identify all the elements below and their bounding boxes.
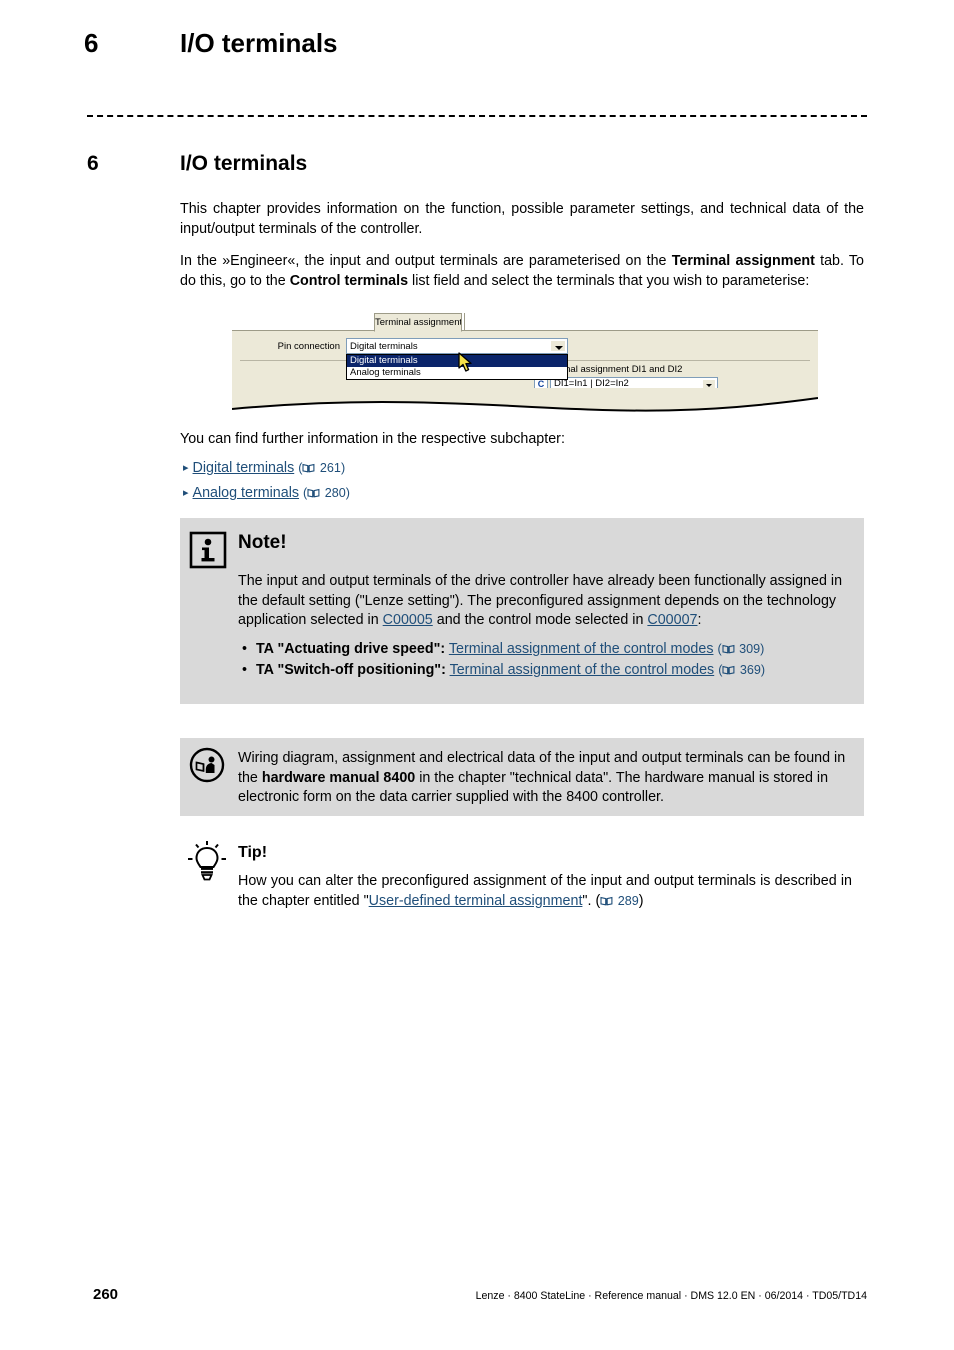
intro-p2-bold-control-terminals: Control terminals [289,272,409,289]
list-item: ▸ Analog terminals ( 280) [183,481,863,506]
lightbulb-icon [188,841,226,881]
link-terminal-assignment-control-modes-309[interactable]: Terminal assignment of the control modes [449,641,714,657]
bullet-1-bold: TA "Actuating drive speed": [256,640,446,657]
link-digital-terminals[interactable]: Digital terminals [193,460,295,476]
hw-bold-manual-name: hardware manual 8400 [261,769,416,786]
page-reference: ( 280) [303,486,350,500]
book-icon [600,896,613,906]
page-title: I/O terminals [180,152,308,175]
intro-p2-bold-terminal-assignment: Terminal assignment [671,253,815,269]
header-chapter-number: 6 [84,28,99,58]
pin-connection-dropdown-list[interactable]: Digital terminals Analog terminals [346,354,568,380]
dropdown-option-digital-terminals[interactable]: Digital terminals [347,355,567,367]
note-bullet-list: TA "Actuating drive speed": Terminal ass… [238,639,850,681]
dialog-canvas: Terminal assignment Pin connection Digit… [232,308,818,416]
link-user-defined-terminal-assignment[interactable]: User-defined terminal assignment [369,893,583,909]
link-terminal-assignment-control-modes-369[interactable]: Terminal assignment of the control modes [450,662,715,678]
footer-imprint: Lenze · 8400 StateLine · Reference manua… [475,1290,867,1302]
intro-paragraph-2: In the »Engineer«, the input and output … [180,252,864,291]
page-footer: 260 Lenze · 8400 StateLine · Reference m… [0,1278,954,1350]
tip-part2: ". ( [582,892,601,909]
intro-p2-part3: list field and select the terminals that… [408,272,810,289]
page-reference: ( 369) [718,662,766,677]
header-divider [87,115,867,117]
page-number: 309 [739,641,761,656]
book-icon [722,644,735,654]
read-manual-icon [189,747,225,783]
hardware-manual-callout-box: Wiring diagram, assignment and electrica… [180,738,864,816]
dropdown-option-analog-terminals[interactable]: Analog terminals [347,367,567,379]
pin-connection-combobox[interactable]: Digital terminals [346,338,568,354]
page-number: 261 [319,461,341,475]
pin-connection-label: Pin connection [277,341,340,352]
page-reference: ( 261) [298,461,346,475]
chevron-down-icon[interactable] [550,340,566,352]
book-icon [302,463,315,473]
intro-text-block: This chapter provides information on the… [180,200,864,291]
page-number: 289 [617,893,639,908]
intro-p2-part1: In the »Engineer«, the input and output … [180,253,672,269]
triangle-bullet-icon: ▸ [183,462,189,474]
tip-title: Tip! [238,844,268,861]
link-c00007[interactable]: C00007 [647,612,697,628]
triangle-bullet-icon: ▸ [183,487,189,499]
tab-terminal-assignment[interactable]: Terminal assignment [374,313,462,332]
chapter-number: 6 [87,152,99,175]
footer-page-number: 260 [93,1286,119,1303]
tip-part3: ) [638,892,644,909]
hardware-manual-body: Wiring diagram, assignment and electrica… [238,749,854,808]
list-item: ▸ Digital terminals ( 261) [183,456,863,481]
tab-strip-edge [464,313,465,331]
hardware-manual-text: Wiring diagram, assignment and electrica… [238,749,854,808]
note-callout-box: Note! The input and output terminals of … [180,518,864,704]
list-item: TA "Switch-off positioning": Terminal as… [238,660,850,681]
page-reference: 289 [600,894,639,908]
book-icon [722,665,735,675]
link-analog-terminals[interactable]: Analog terminals [193,485,300,501]
header-chapter-title: I/O terminals [180,28,338,58]
intro-paragraph-1: This chapter provides information on the… [180,201,864,237]
note-body-mid: and the control mode selected in [436,612,644,629]
note-body-end: : [697,612,702,629]
subchapter-lead-wrapper: You can find further information in the … [180,430,864,450]
page-reference: ( 309) [717,641,765,656]
running-header: 6 I/O terminals [0,0,954,100]
note-body: The input and output terminals of the dr… [238,572,850,681]
pin-connection-value: Digital terminals [350,341,418,352]
bullet-2-bold: TA "Switch-off positioning": [256,661,446,678]
page-number: 280 [324,486,346,500]
note-body-text: The input and output terminals of the dr… [238,572,850,631]
list-item: TA "Actuating drive speed": Terminal ass… [238,639,850,660]
page-number: 369 [739,662,761,677]
figure-torn-edge [232,388,818,412]
link-c00005[interactable]: C00005 [383,612,433,628]
book-icon [307,488,320,498]
engineer-dialog-figure: Terminal assignment Pin connection Digit… [232,308,818,416]
mouse-cursor-icon [458,352,472,372]
note-title: Note! [238,532,287,553]
subchapter-link-list: ▸ Digital terminals ( 261) ▸ Analog termin… [183,456,863,506]
tip-body: How you can alter the preconfigured assi… [238,872,852,911]
info-icon [189,531,227,569]
subchapter-lead: You can find further information in the … [180,431,565,447]
tip-text: How you can alter the preconfigured assi… [238,872,852,911]
